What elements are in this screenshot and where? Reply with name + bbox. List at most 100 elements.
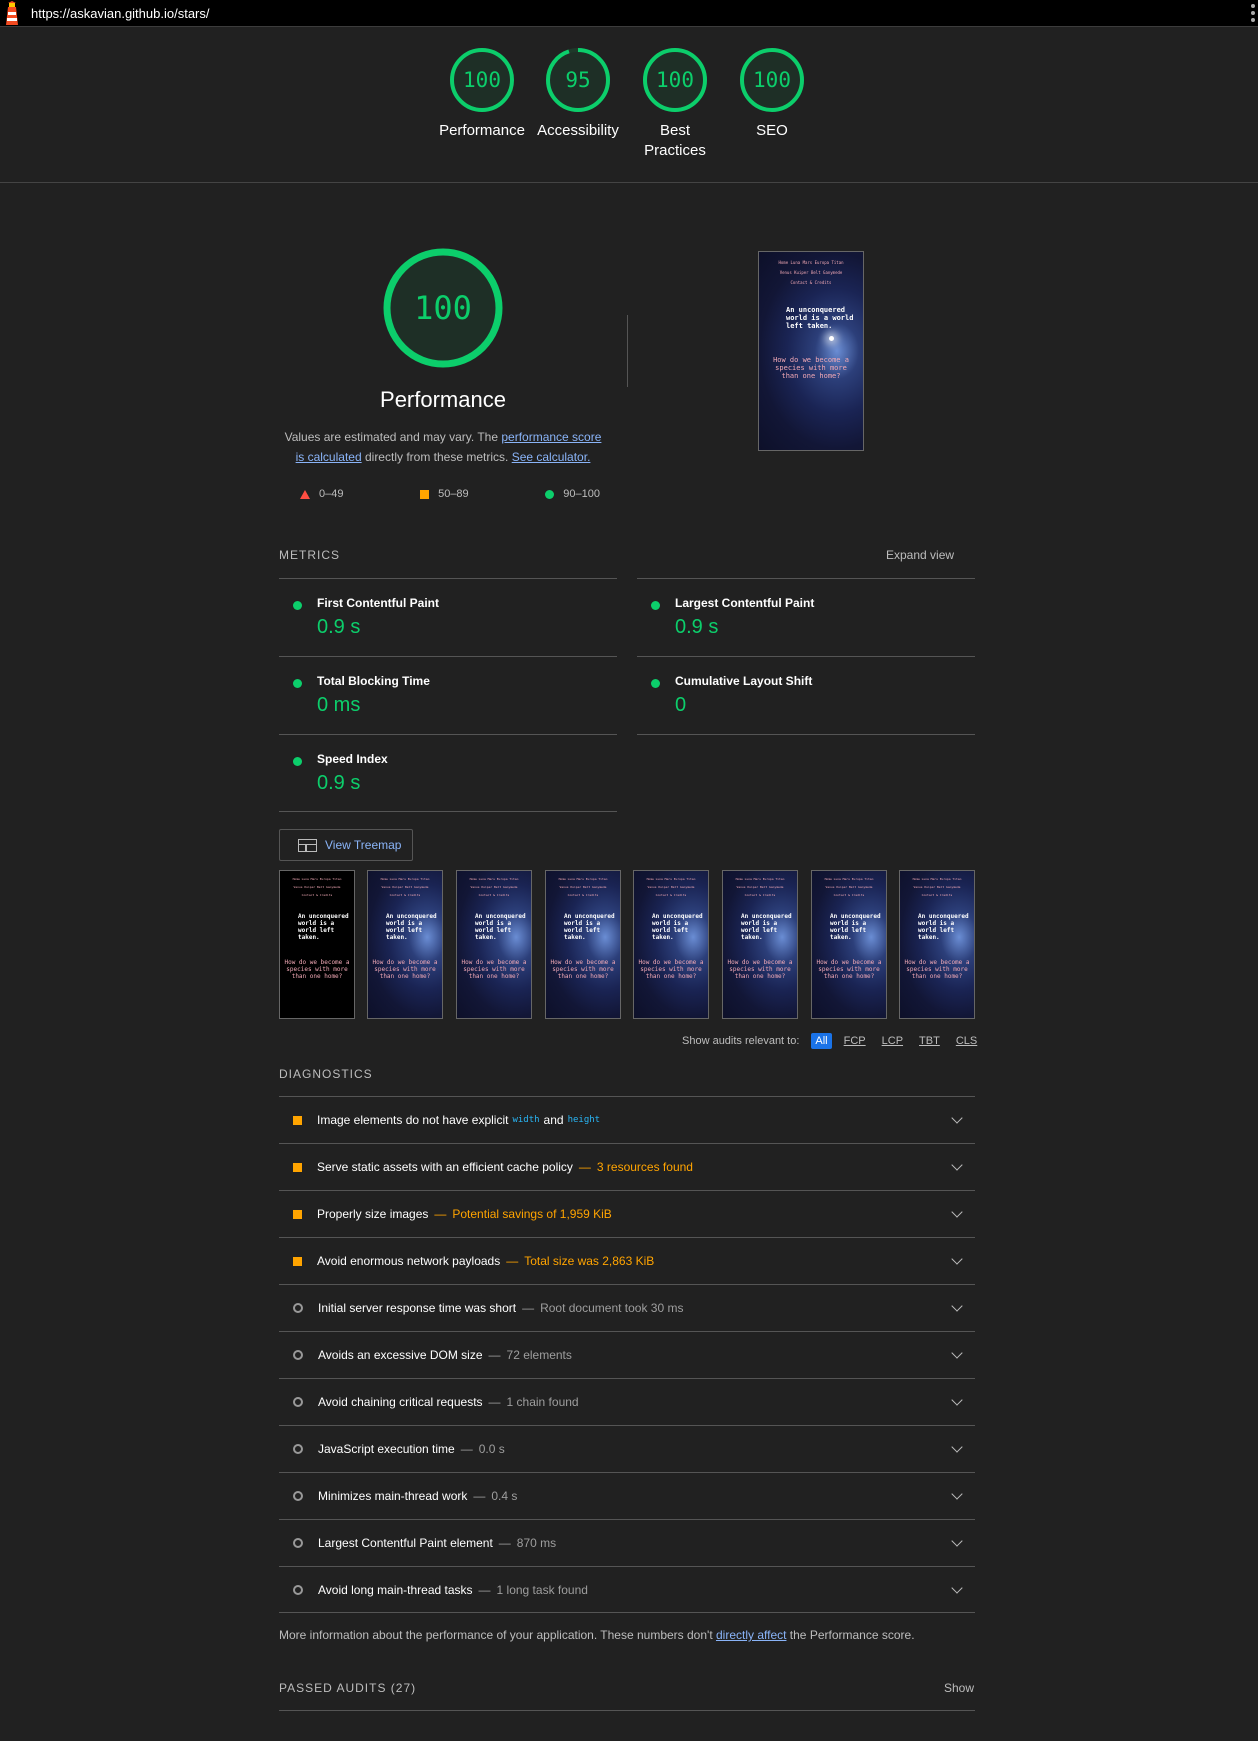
audit-row[interactable]: Properly size images — Potential savings… [279,1190,975,1237]
screenshot-nav: Home Luna Mars Europa Titan Venus Kuiper… [759,258,863,288]
filmstrip-frame: Home Luna Mars Europa Titan Venus Kuiper … [811,870,887,1019]
audit-separator: — [578,1160,591,1174]
chevron-down-icon[interactable] [951,1394,963,1406]
gauge-performance[interactable]: 100 Performance [432,47,532,141]
chevron-down-icon[interactable] [951,1582,963,1594]
view-treemap-button[interactable]: View Treemap [279,829,413,861]
nav-line: Contact & Credits [389,893,421,897]
frame-heading: An unconquered world is a world left tak… [386,913,437,941]
filter-chip-lcp[interactable]: LCP [878,1033,907,1049]
screenshot-heading: An unconquered world is a world left tak… [786,306,854,330]
gauge-accessibility[interactable]: 95 Accessibility [528,47,628,141]
audit-display-value: 72 elements [506,1348,572,1362]
audit-title: Largest Contentful Paint element [318,1536,493,1550]
metric-cls: Cumulative Layout Shift 0 [637,656,975,734]
informative-circle-icon [293,1585,303,1595]
audit-row[interactable]: Avoid chaining critical requests — 1 cha… [279,1378,975,1425]
nav-line: Home Luna Mars Europa Titan [646,877,696,881]
filmstrip: Home Luna Mars Europa Titan Venus Kuiper … [279,870,975,1020]
desc-text: Values are estimated and may vary. The [284,430,502,444]
metric-si: Speed Index 0.9 s [279,734,617,812]
audit-code: height [567,1115,601,1125]
gauge-score: 100 [656,68,694,92]
audit-title: Initial server response time was short [318,1301,517,1315]
screenshot-subheading: How do we become a species with more tha… [773,356,849,380]
filter-chip-all[interactable]: All [811,1033,832,1049]
frame-nav: Home Luna Mars Europa Titan Venus Kuiper … [368,875,442,899]
filmstrip-frame: Home Luna Mars Europa Titan Venus Kuiper … [456,870,532,1019]
chevron-down-icon[interactable] [951,1112,963,1124]
scores-header: 100 Performance 95 Accessibility 100 Bes… [0,27,1258,183]
audit-row[interactable]: Serve static assets with an efficient ca… [279,1143,975,1190]
audit-separator: — [522,1301,535,1315]
final-screenshot[interactable]: Home Luna Mars Europa Titan Venus Kuiper… [758,251,864,451]
filter-chip-tbt[interactable]: TBT [915,1033,944,1049]
frame-subheading: How do we become a species with more tha… [727,959,793,980]
audit-row[interactable]: Largest Contentful Paint element — 870 m… [279,1519,975,1566]
audit-display-value: Root document took 30 ms [540,1301,684,1315]
nav-line: Contact & Credits [301,893,333,897]
average-square-icon [420,489,430,499]
chevron-down-icon[interactable] [951,1441,963,1453]
gauge-best-practices[interactable]: 100 Best Practices [625,47,725,161]
legend-pass: 90–100 [545,488,600,500]
audit-row[interactable]: Minimizes main-thread work — 0.4 s [279,1472,975,1519]
average-square-icon [293,1209,302,1219]
chevron-down-icon[interactable] [951,1159,963,1171]
chevron-down-icon[interactable] [951,1253,963,1265]
expand-view-toggle[interactable]: Expand view [886,548,954,562]
see-calculator-link[interactable]: See calculator. [512,450,591,464]
informative-circle-icon [293,1538,303,1548]
audit-title: Avoid enormous network payloads [317,1254,501,1268]
chevron-down-icon[interactable] [951,1535,963,1547]
divider [279,811,617,812]
frame-nav: Home Luna Mars Europa Titan Venus Kuiper … [546,875,620,899]
frame-nav: Home Luna Mars Europa Titan Venus Kuiper … [634,875,708,899]
gauge-seo[interactable]: 100 SEO [722,47,822,141]
nav-line: Home Luna Mars Europa Titan [912,877,962,881]
info-text: the Performance score. [786,1628,915,1642]
informative-circle-icon [293,1303,303,1313]
audit-title: Properly size images [317,1207,429,1221]
audit-separator: — [460,1442,473,1456]
audit-row[interactable]: Initial server response time was short —… [279,1284,975,1331]
audit-row[interactable]: JavaScript execution time — 0.0 s [279,1425,975,1472]
chevron-down-icon[interactable] [951,1488,963,1500]
gauge-label: SEO [756,122,788,139]
average-square-icon [293,1162,302,1172]
metric-value: 0.9 s [317,772,361,794]
nav-line: Venus Kuiper Belt Ganymede [779,270,843,275]
frame-nav: Home Luna Mars Europa Titan Venus Kuiper … [723,875,797,899]
page-url[interactable]: https://askavian.github.io/stars/ [31,6,209,21]
pass-circle-icon [651,679,660,688]
filter-chip-cls[interactable]: CLS [952,1033,981,1049]
metric-tbt: Total Blocking Time 0 ms [279,656,617,734]
audit-display-value: 3 resources found [596,1160,693,1174]
filter-chip-fcp[interactable]: FCP [840,1033,870,1049]
chevron-down-icon[interactable] [951,1347,963,1359]
more-options-icon[interactable] [1251,4,1255,22]
audit-title: JavaScript execution time [318,1442,455,1456]
audit-row[interactable]: Avoid long main-thread tasks — 1 long ta… [279,1566,975,1613]
audit-row[interactable]: Avoid enormous network payloads — Total … [279,1237,975,1284]
gauge-label: Accessibility [537,122,619,139]
treemap-label: View Treemap [325,838,402,852]
filmstrip-frame: Home Luna Mars Europa Titan Venus Kuiper … [279,870,355,1019]
chevron-down-icon[interactable] [951,1206,963,1218]
performance-summary: 100 Performance Values are estimated and… [278,247,608,467]
audit-display-value: 1 long task found [496,1583,588,1597]
audit-row[interactable]: Image elements do not have explicit widt… [279,1096,975,1143]
frame-subheading: How do we become a species with more tha… [638,959,704,980]
average-square-icon [293,1115,302,1125]
directly-affect-link[interactable]: directly affect [716,1628,786,1642]
audit-display-value: 1 chain found [506,1395,579,1409]
metric-fcp: First Contentful Paint 0.9 s [279,578,617,656]
chevron-down-icon[interactable] [951,1300,963,1312]
frame-subheading: How do we become a species with more tha… [372,959,438,980]
nav-line: Home Luna Mars Europa Titan [380,877,430,881]
nav-line: Contact & Credits [790,280,832,285]
legend-fail: 0–49 [300,488,343,500]
pass-circle-icon [293,679,302,688]
show-passed-audits-button[interactable]: Show [944,1681,974,1695]
audit-row[interactable]: Avoids an excessive DOM size — 72 elemen… [279,1331,975,1378]
